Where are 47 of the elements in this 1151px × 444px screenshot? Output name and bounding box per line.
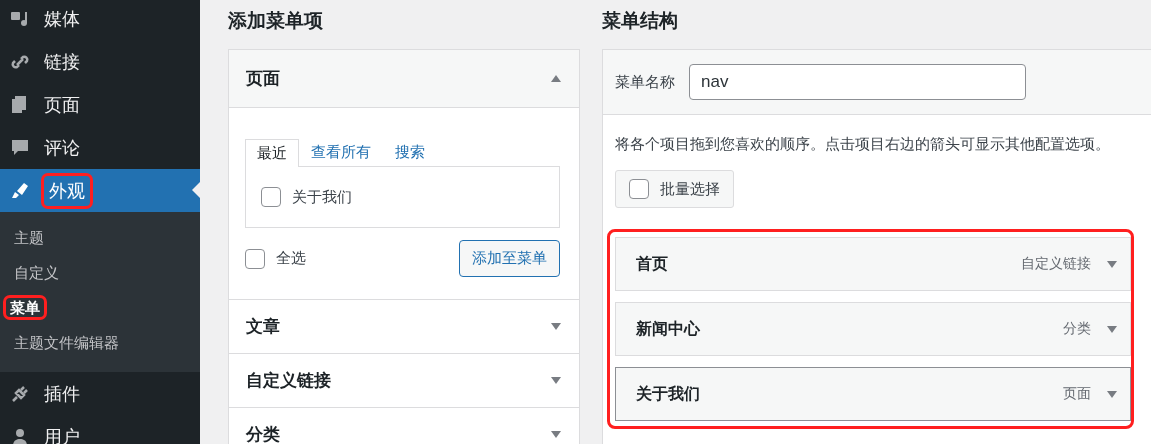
sidebar-item[interactable]: 媒体 — [0, 0, 200, 40]
checkbox[interactable] — [629, 179, 649, 199]
checkbox[interactable] — [261, 187, 281, 207]
expand-arrow-icon[interactable] — [551, 377, 561, 384]
tab[interactable]: 最近 — [245, 139, 299, 167]
submenu-item[interactable]: 菜单 — [0, 290, 200, 325]
menu-item[interactable]: 关于我们 页面 — [615, 367, 1131, 421]
expand-arrow-icon[interactable] — [1107, 260, 1117, 268]
accordion-title[interactable]: 分类 — [246, 423, 280, 444]
checkbox[interactable] — [245, 248, 265, 269]
sidebar-item[interactable]: 评论 — [0, 126, 200, 169]
submenu-item[interactable]: 主题文件编辑器 — [0, 325, 200, 360]
sidebar-item[interactable]: 链接 — [0, 40, 200, 83]
collapse-arrow-icon[interactable] — [551, 75, 561, 82]
section-heading: 菜单结构 — [602, 9, 679, 33]
checkbox-label: 关于我们 — [292, 187, 352, 207]
menu-label: 用户 — [44, 425, 80, 444]
instructions: 将各个项目拖到您喜欢的顺序。点击项目右边的箭头可显示其他配置选项。 — [615, 135, 1111, 154]
submenu-item[interactable]: 主题 — [0, 220, 200, 255]
menu-label: 插件 — [44, 382, 80, 406]
expand-arrow-icon[interactable] — [551, 323, 561, 330]
menu-label: 链接 — [44, 50, 80, 74]
bulk-select-button[interactable]: 批量选择 — [615, 170, 734, 208]
tab[interactable]: 查看所有 — [299, 138, 383, 166]
sidebar-item[interactable]: 页面 — [0, 83, 200, 126]
field-label: 菜单名称 — [615, 72, 675, 92]
checkbox-label: 全选 — [276, 249, 306, 268]
menu-item[interactable]: 新闻中心 分类 — [615, 302, 1131, 356]
menu-name-field[interactable]: nav — [689, 64, 1026, 100]
sidebar-item[interactable]: 插件 — [0, 372, 200, 415]
tab[interactable]: 搜索 — [383, 138, 437, 166]
section-heading: 添加菜单项 — [228, 9, 324, 33]
annotation-highlight: 外观 — [44, 175, 90, 206]
expand-arrow-icon[interactable] — [1107, 390, 1117, 398]
add-to-menu-button[interactable]: 添加至菜单 — [459, 240, 560, 277]
sidebar-item[interactable]: 用户 — [0, 415, 200, 444]
menu-label: 媒体 — [44, 7, 80, 31]
sidebar-item[interactable]: 外观 — [0, 169, 200, 212]
accordion-title[interactable]: 自定义链接 — [246, 369, 331, 392]
menu-item[interactable]: 首页 自定义链接 — [615, 237, 1131, 291]
accordion-title[interactable]: 页面 — [246, 67, 280, 90]
menu-label: 页面 — [44, 93, 80, 117]
expand-arrow-icon[interactable] — [551, 431, 561, 438]
submenu-item[interactable]: 自定义 — [0, 255, 200, 290]
accordion-title[interactable]: 文章 — [246, 315, 280, 338]
menu-label: 评论 — [44, 136, 80, 160]
expand-arrow-icon[interactable] — [1107, 325, 1117, 333]
